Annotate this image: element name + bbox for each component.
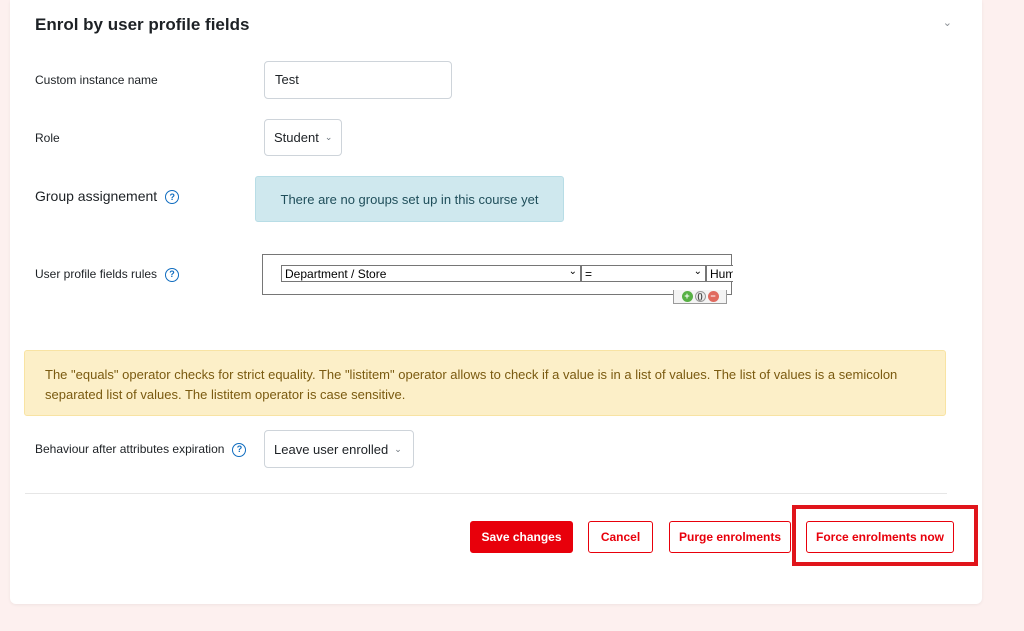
rules-builder: Department / Store ⌄ = ⌄ Huma [262, 254, 733, 295]
no-groups-info: There are no groups set up in this cours… [255, 176, 564, 222]
behaviour-selected-value: Leave user enrolled [274, 441, 389, 457]
behaviour-label-row: Behaviour after attributes expiration? [35, 442, 247, 457]
save-changes-button[interactable]: Save changes [470, 521, 573, 553]
instance-name-value: Test [275, 72, 299, 87]
rule-tools: + () − [673, 290, 727, 304]
behaviour-select[interactable]: Leave user enrolled ⌄ [264, 430, 414, 468]
purge-enrolments-label: Purge enrolments [678, 530, 782, 544]
role-select[interactable]: Student ⌄ [264, 119, 342, 156]
dropdown-arrow-icon: ⌄ [693, 266, 702, 277]
purge-enrolments-button[interactable]: Purge enrolments [669, 521, 791, 553]
rule-operator-select[interactable]: = ⌄ [581, 265, 706, 282]
instance-name-label: Custom instance name [35, 73, 158, 87]
behaviour-label: Behaviour after attributes expiration [35, 442, 225, 456]
add-rule-icon[interactable]: + [681, 291, 693, 302]
divider [25, 493, 947, 494]
dropdown-arrow-icon: ⌄ [568, 266, 577, 277]
role-selected-value: Student [274, 130, 319, 145]
save-changes-label: Save changes [481, 530, 562, 544]
group-label-row: Group assignement? [35, 188, 180, 205]
chevron-down-icon[interactable]: ⌄ [943, 16, 952, 29]
cancel-button[interactable]: Cancel [588, 521, 653, 553]
group-rule-icon[interactable]: () [694, 291, 706, 302]
help-icon[interactable]: ? [232, 442, 247, 457]
operator-warning-text: The "equals" operator checks for strict … [45, 367, 898, 402]
section-title: Enrol by user profile fields [35, 15, 250, 34]
help-icon[interactable]: ? [165, 190, 180, 205]
help-icon[interactable]: ? [165, 267, 180, 282]
no-groups-text: There are no groups set up in this cours… [280, 191, 539, 207]
rule-value-text: Huma [710, 266, 733, 281]
highlight-box [792, 505, 978, 566]
rule-field-select[interactable]: Department / Store ⌄ [281, 265, 581, 282]
cancel-label: Cancel [600, 530, 641, 544]
group-label: Group assignement [35, 188, 158, 204]
instance-name-input[interactable]: Test [264, 61, 452, 99]
chevron-down-icon: ⌄ [324, 132, 333, 142]
rule-field-value: Department / Store [285, 266, 387, 281]
rule-value-input[interactable]: Huma [706, 265, 733, 282]
remove-rule-icon[interactable]: − [707, 291, 719, 302]
chevron-down-icon: ⌄ [394, 443, 402, 454]
role-label: Role [35, 131, 60, 145]
rules-label: User profile fields rules [35, 267, 158, 281]
operator-warning: The "equals" operator checks for strict … [24, 350, 946, 416]
rules-label-row: User profile fields rules? [35, 267, 180, 282]
rule-operator-value: = [585, 266, 593, 281]
